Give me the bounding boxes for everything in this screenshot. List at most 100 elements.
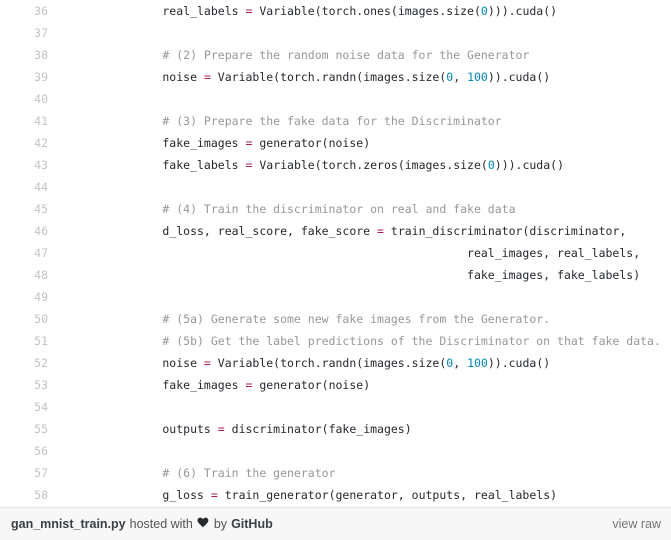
code-token: # (5a) Generate some new fake images fro… xyxy=(107,312,551,326)
line-code[interactable]: # (4) Train the discriminator on real an… xyxy=(60,198,671,220)
code-token: # (3) Prepare the fake data for the Disc… xyxy=(107,114,502,128)
line-number: 48 xyxy=(0,264,60,286)
line-code[interactable]: fake_images = generator(noise) xyxy=(60,374,671,396)
code-line: 51 # (5b) Get the label predictions of t… xyxy=(0,330,671,352)
code-line: 57 # (6) Train the generator xyxy=(0,462,671,484)
line-code[interactable]: # (5a) Generate some new fake images fro… xyxy=(60,308,671,330)
gist-filename[interactable]: gan_mnist_train.py xyxy=(11,517,126,531)
line-number: 55 xyxy=(0,418,60,440)
code-line: 56 xyxy=(0,440,671,462)
code-token: fake_labels xyxy=(107,158,246,172)
code-token: ))).cuda() xyxy=(487,4,558,18)
line-code[interactable] xyxy=(60,286,671,308)
code-line: 42 fake_images = generator(noise) xyxy=(0,132,671,154)
line-number: 40 xyxy=(0,88,60,110)
code-token: 100 xyxy=(467,356,488,370)
code-token: # (2) Prepare the random noise data for … xyxy=(107,48,530,62)
code-line: 39 noise = Variable(torch.randn(images.s… xyxy=(0,66,671,88)
line-number: 37 xyxy=(0,22,60,44)
view-raw-link[interactable]: view raw xyxy=(612,517,661,531)
line-code[interactable] xyxy=(60,22,671,44)
line-code[interactable] xyxy=(60,176,671,198)
code-line: 37 xyxy=(0,22,671,44)
line-number: 58 xyxy=(0,484,60,506)
code-token: Variable(torch.randn(images.size( xyxy=(210,356,447,370)
code-line: 38 # (2) Prepare the random noise data f… xyxy=(0,44,671,66)
hosted-with-label: hosted with xyxy=(129,517,193,531)
line-number: 36 xyxy=(0,0,60,22)
code-token: noise xyxy=(107,70,204,84)
code-line: 44 xyxy=(0,176,671,198)
code-token: noise xyxy=(107,356,204,370)
line-code[interactable]: noise = Variable(torch.randn(images.size… xyxy=(60,352,671,374)
line-number: 39 xyxy=(0,66,60,88)
code-token: , xyxy=(453,70,468,84)
code-line: 53 fake_images = generator(noise) xyxy=(0,374,671,396)
code-listing: 36 real_labels = Variable(torch.ones(ima… xyxy=(0,0,671,507)
line-code[interactable] xyxy=(60,440,671,462)
code-token: , xyxy=(453,356,468,370)
code-token: = xyxy=(210,488,218,502)
code-token: train_generator(generator, outputs, real… xyxy=(217,488,558,502)
line-code[interactable]: fake_images = generator(noise) xyxy=(60,132,671,154)
line-number: 41 xyxy=(0,110,60,132)
code-line: 48 fake_images, fake_labels) xyxy=(0,264,671,286)
line-code[interactable]: # (2) Prepare the random noise data for … xyxy=(60,44,671,66)
line-number: 51 xyxy=(0,330,60,352)
line-code[interactable]: noise = Variable(torch.randn(images.size… xyxy=(60,66,671,88)
line-code[interactable]: fake_labels = Variable(torch.zeros(image… xyxy=(60,154,671,176)
line-code[interactable]: # (3) Prepare the fake data for the Disc… xyxy=(60,110,671,132)
code-token: g_loss xyxy=(107,488,211,502)
line-code[interactable]: fake_images, fake_labels) xyxy=(60,264,671,286)
by-label: by xyxy=(213,517,228,531)
code-token: Variable(torch.ones(images.size( xyxy=(252,4,481,18)
line-code[interactable] xyxy=(60,88,671,110)
code-token: fake_images, fake_labels) xyxy=(107,268,641,282)
code-token: 0 xyxy=(480,4,488,18)
code-line: 58 g_loss = train_generator(generator, o… xyxy=(0,484,671,506)
code-token: discriminator(fake_images) xyxy=(224,422,412,436)
line-number: 44 xyxy=(0,176,60,198)
line-number: 42 xyxy=(0,132,60,154)
gist-attribution: gan_mnist_train.py hosted with by GitHub xyxy=(11,517,273,531)
code-line: 54 xyxy=(0,396,671,418)
line-number: 47 xyxy=(0,242,60,264)
line-number: 43 xyxy=(0,154,60,176)
code-token: = xyxy=(217,422,225,436)
code-token: outputs xyxy=(107,422,218,436)
line-code[interactable]: real_labels = Variable(torch.ones(images… xyxy=(60,0,671,22)
line-number: 52 xyxy=(0,352,60,374)
code-token: generator(noise) xyxy=(252,378,371,392)
line-code[interactable]: # (6) Train the generator xyxy=(60,462,671,484)
line-code[interactable]: real_images, real_labels, xyxy=(60,242,671,264)
line-number: 46 xyxy=(0,220,60,242)
code-token: real_images, real_labels, xyxy=(107,246,641,260)
code-token: 100 xyxy=(467,70,488,84)
line-number: 53 xyxy=(0,374,60,396)
code-token: fake_images xyxy=(107,136,246,150)
code-token: )).cuda() xyxy=(487,70,551,84)
code-line: 41 # (3) Prepare the fake data for the D… xyxy=(0,110,671,132)
line-code[interactable]: # (5b) Get the label predictions of the … xyxy=(60,330,671,352)
line-number: 49 xyxy=(0,286,60,308)
code-token: )).cuda() xyxy=(487,356,551,370)
code-token: = xyxy=(203,70,211,84)
code-token: fake_images xyxy=(107,378,246,392)
line-code[interactable]: d_loss, real_score, fake_score = train_d… xyxy=(60,220,671,242)
gist-provider[interactable]: GitHub xyxy=(231,517,273,531)
code-line: 55 outputs = discriminator(fake_images) xyxy=(0,418,671,440)
code-token: Variable(torch.zeros(images.size( xyxy=(252,158,488,172)
code-token: generator(noise) xyxy=(252,136,371,150)
code-line: 49 xyxy=(0,286,671,308)
heart-icon xyxy=(197,517,210,531)
line-code[interactable] xyxy=(60,396,671,418)
line-code[interactable]: outputs = discriminator(fake_images) xyxy=(60,418,671,440)
line-number: 45 xyxy=(0,198,60,220)
code-line: 43 fake_labels = Variable(torch.zeros(im… xyxy=(0,154,671,176)
code-table: 36 real_labels = Variable(torch.ones(ima… xyxy=(0,0,671,506)
code-token: # (4) Train the discriminator on real an… xyxy=(107,202,516,216)
code-token: real_labels xyxy=(107,4,246,18)
line-number: 56 xyxy=(0,440,60,462)
code-token: = xyxy=(377,224,384,238)
line-code[interactable]: g_loss = train_generator(generator, outp… xyxy=(60,484,671,506)
